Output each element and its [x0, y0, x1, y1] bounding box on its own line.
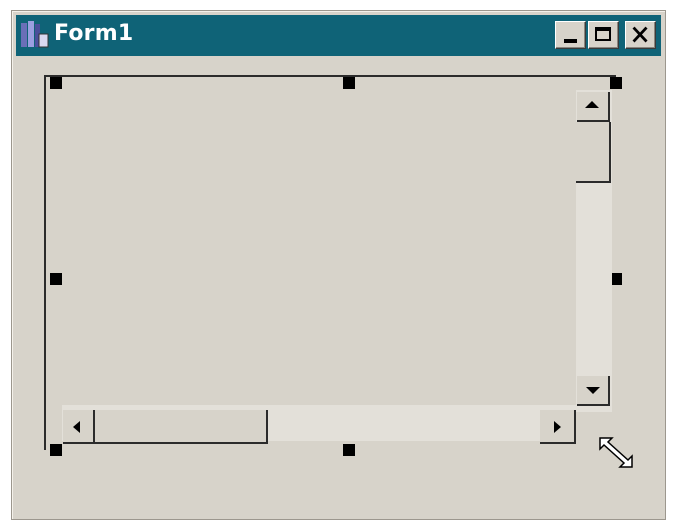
arrow-down-icon — [586, 387, 600, 394]
close-icon — [632, 26, 648, 43]
maximize-button[interactable] — [588, 21, 619, 49]
title-bar[interactable]: Form1 — [16, 15, 661, 56]
arrow-up-icon — [585, 101, 599, 108]
window-title: Form1 — [54, 21, 134, 46]
scroll-up-button[interactable] — [577, 92, 610, 122]
selection-handle-middle-left[interactable] — [50, 273, 62, 285]
selection-handle-top-center[interactable] — [343, 77, 355, 89]
maximize-icon — [595, 27, 611, 41]
selection-handle-top-left[interactable] — [50, 77, 62, 89]
scroll-left-button[interactable] — [63, 410, 95, 444]
minimize-button[interactable] — [555, 21, 586, 49]
arrow-right-icon — [554, 421, 561, 433]
arrow-left-icon — [73, 421, 80, 433]
close-button[interactable] — [625, 21, 656, 49]
selection-handle-top-right[interactable] — [610, 77, 622, 89]
diagonal-resize-cursor-icon — [599, 437, 633, 468]
selection-handle-bottom-left[interactable] — [50, 444, 62, 456]
horizontal-scroll-thumb[interactable] — [95, 410, 268, 444]
scrollable-panel[interactable] — [44, 75, 616, 450]
scroll-right-button[interactable] — [540, 410, 576, 444]
form-app-icon — [21, 21, 49, 48]
vertical-scroll-thumb[interactable] — [576, 122, 611, 183]
minimize-icon — [564, 39, 577, 43]
scroll-down-button[interactable] — [577, 376, 610, 406]
selection-handle-bottom-center[interactable] — [343, 444, 355, 456]
